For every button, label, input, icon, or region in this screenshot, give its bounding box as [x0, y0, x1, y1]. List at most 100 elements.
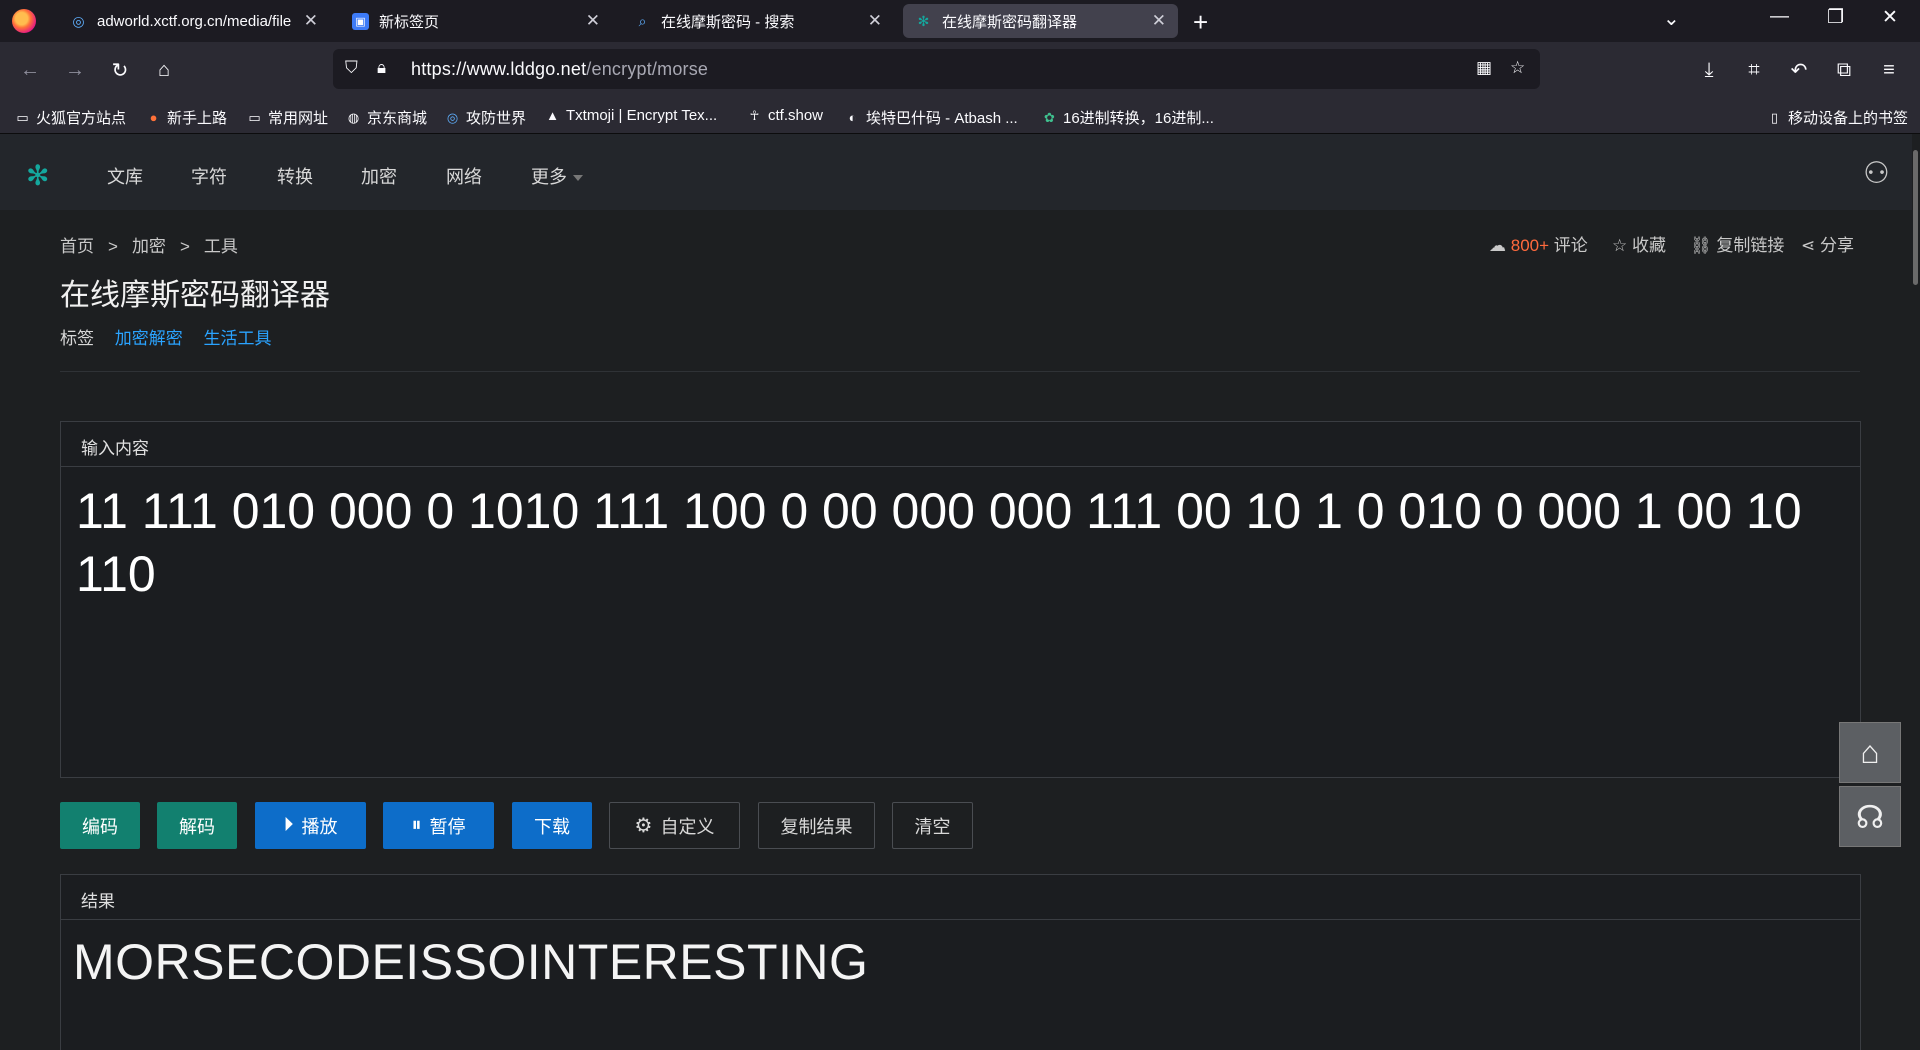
favorite-label: 收藏: [1631, 236, 1666, 255]
bookmark-item[interactable]: ◎ 攻防世界: [444, 107, 526, 128]
bookmark-item[interactable]: ◐ 埃特巴什码 - Atbash ...: [844, 107, 1018, 128]
bookmark-item[interactable]: ▲ Txtmoji | Encrypt Tex...: [544, 107, 717, 124]
breadcrumb-separator: >: [179, 237, 190, 256]
menu-icon[interactable]: ≡: [1873, 54, 1905, 86]
bookmark-label: 京东商城: [367, 110, 428, 127]
user-icon[interactable]: ⚇: [1863, 156, 1890, 191]
globe-icon: ◎: [446, 109, 459, 125]
lock-icon[interactable]: 🔒︎: [377, 58, 386, 78]
triangle-icon: ▲: [546, 108, 559, 123]
download-icon[interactable]: ⤓: [1693, 54, 1725, 86]
tab-newtab[interactable]: ▣ 新标签页 ✕: [340, 4, 612, 38]
star-icon[interactable]: ☆: [1510, 58, 1525, 78]
encode-label: 编码: [82, 816, 118, 837]
home-button[interactable]: ⌂: [148, 54, 180, 86]
tab-morse-translator[interactable]: ✻ 在线摩斯密码翻译器 ✕: [903, 4, 1178, 38]
chevron-down-icon[interactable]: ⌄: [1663, 6, 1680, 31]
result-output[interactable]: MORSECODEISSOINTERESTING: [73, 933, 868, 991]
nav-item-characters[interactable]: 字符: [191, 163, 227, 189]
copy-result-button[interactable]: 复制结果: [758, 802, 875, 849]
minimize-button[interactable]: —: [1770, 6, 1789, 28]
copy-link-label: 复制链接: [1716, 236, 1785, 255]
bookmark-item[interactable]: ☥ ctf.show: [746, 107, 823, 124]
undo-icon[interactable]: ↶: [1783, 54, 1815, 86]
clear-label: 清空: [914, 816, 951, 837]
clear-button[interactable]: 清空: [892, 802, 973, 849]
tab-title: 在线摩斯密码 - 搜索: [661, 13, 795, 31]
nav-item-more[interactable]: 更多: [531, 163, 583, 189]
tag-encrypt-decrypt[interactable]: 加密解密: [115, 329, 183, 348]
forward-button[interactable]: →: [59, 54, 91, 86]
bookmark-label: 埃特巴什码 - Atbash ...: [866, 110, 1018, 127]
close-icon[interactable]: ✕: [868, 11, 882, 31]
tab-adworld[interactable]: ◎ adworld.xctf.org.cn/media/file ✕: [58, 4, 330, 38]
search-icon: ⌕: [638, 12, 647, 29]
bookmark-item[interactable]: ▭ 常用网址: [246, 107, 328, 128]
site-logo-icon[interactable]: ✻: [26, 159, 49, 192]
firefox-icon[interactable]: [12, 9, 36, 33]
input-textarea[interactable]: 11 111 010 000 0 1010 111 100 0 00 000 0…: [76, 480, 1840, 606]
download-label: 下载: [534, 816, 570, 837]
breadcrumb-encrypt[interactable]: 加密: [132, 237, 166, 256]
close-icon[interactable]: ✕: [1152, 11, 1166, 31]
navigation-toolbar: ← → ↻ ⌂ ⛉ 🔒︎ https://www.lddgo.net/encry…: [0, 42, 1920, 100]
globe-icon: ◍: [347, 109, 360, 125]
bookmark-item[interactable]: ✿ 16进制转换，16进制...: [1041, 107, 1214, 128]
restore-button[interactable]: ❐: [1827, 6, 1844, 29]
crop-icon[interactable]: ⌗: [1738, 54, 1770, 86]
home-float-button[interactable]: ⌂: [1839, 722, 1901, 783]
bookmark-item[interactable]: ◍ 京东商城: [345, 107, 427, 128]
play-button[interactable]: ⏵ 播放: [255, 802, 366, 849]
nav-item-library[interactable]: 文库: [107, 163, 143, 189]
back-button[interactable]: ←: [14, 54, 46, 86]
nav-item-encrypt[interactable]: 加密: [361, 163, 397, 189]
tab-search[interactable]: ⌕ 在线摩斯密码 - 搜索 ✕: [622, 4, 894, 38]
custom-button[interactable]: ⚙ 自定义: [609, 802, 740, 849]
share-icon: ⋖: [1801, 236, 1816, 255]
close-window-button[interactable]: ✕: [1882, 6, 1898, 29]
link-icon: ⛓: [1690, 236, 1712, 255]
bookmarks-toolbar: ▭ 火狐官方站点 ● 新手上路 ▭ 常用网址 ◍ 京东商城 ◎ 攻防世界 ▲ Txtmoji…: [0, 100, 1920, 134]
share-button[interactable]: ⋖ 分享: [1801, 231, 1854, 256]
tab-title: 新标签页: [379, 13, 440, 31]
encode-button[interactable]: 编码: [60, 802, 140, 849]
folder-icon: ▭: [16, 109, 29, 125]
nav-item-convert[interactable]: 转换: [277, 163, 313, 189]
address-bar[interactable]: ⛉ 🔒︎ https://www.lddgo.net/encrypt/morse…: [333, 49, 1540, 89]
nav-item-network[interactable]: 网络: [446, 163, 482, 189]
decode-button[interactable]: 解码: [157, 802, 237, 849]
breadcrumb-home[interactable]: 首页: [60, 237, 94, 256]
breadcrumb-tools: 工具: [203, 237, 238, 256]
bookmark-label: 新手上路: [167, 110, 228, 127]
extensions-icon[interactable]: ⧉: [1828, 54, 1860, 86]
shield-icon[interactable]: ⛉: [345, 58, 358, 78]
bookmark-item[interactable]: ● 新手上路: [145, 107, 227, 128]
copy-link-button[interactable]: ⛓ 复制链接: [1690, 231, 1784, 256]
download-button[interactable]: 下载: [512, 802, 592, 849]
pause-button[interactable]: ⏸ 暂停: [383, 802, 494, 849]
bookmark-label: Txtmoji | Encrypt Tex...: [566, 107, 718, 124]
url-text[interactable]: https://www.lddgo.net/encrypt/morse: [411, 59, 708, 80]
share-label: 分享: [1819, 236, 1854, 255]
favorite-button[interactable]: ☆ 收藏: [1612, 231, 1666, 256]
bookmark-item[interactable]: ▭ 火狐官方站点: [14, 107, 126, 128]
reload-button[interactable]: ↻: [104, 54, 136, 86]
mobile-bookmarks[interactable]: ▯ 移动设备上的书签: [1766, 107, 1908, 128]
new-tab-button[interactable]: +: [1193, 7, 1208, 38]
close-icon[interactable]: ✕: [304, 11, 318, 31]
tags-label: 标签: [60, 329, 94, 348]
tab-title: adworld.xctf.org.cn/media/file: [97, 12, 292, 30]
copy-result-label: 复制结果: [780, 816, 853, 837]
tags-row: 标签 加密解密 生活工具: [60, 324, 271, 349]
comments-link[interactable]: ☁︎ 800+ 评论: [1489, 231, 1588, 256]
support-float-button[interactable]: ☊: [1839, 786, 1901, 847]
pause-icon: ⏸: [411, 814, 422, 836]
close-icon[interactable]: ✕: [586, 11, 600, 31]
nav-more-label: 更多: [531, 167, 567, 187]
qr-code-icon[interactable]: ▦: [1476, 58, 1492, 78]
scrollbar-thumb[interactable]: [1913, 150, 1918, 285]
decode-label: 解码: [179, 816, 215, 837]
breadcrumb: 首页 > 加密 > 工具: [60, 232, 238, 257]
tag-life-tools[interactable]: 生活工具: [203, 329, 271, 348]
star-icon: ☆: [1612, 236, 1628, 255]
